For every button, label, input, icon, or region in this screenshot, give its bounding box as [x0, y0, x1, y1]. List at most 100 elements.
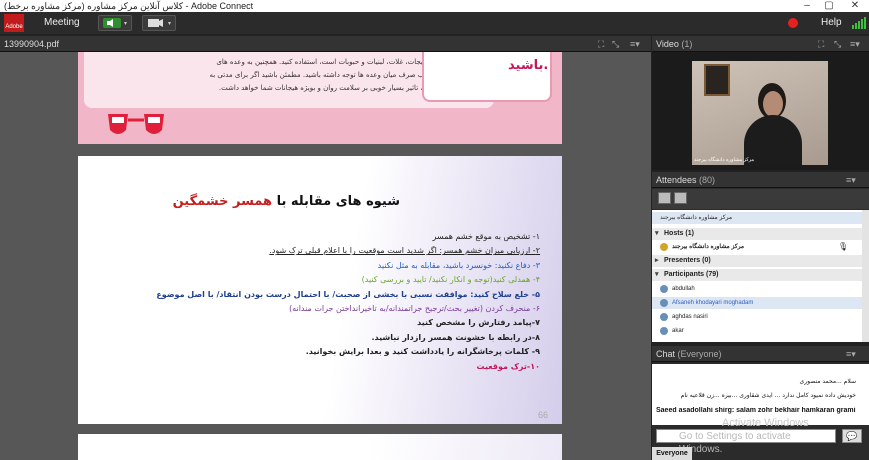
- document-view[interactable]: که بیشتر حاوی سبزیجات، غلات، لبنیات و حب…: [0, 52, 651, 460]
- previous-page: که بیشتر حاوی سبزیجات، غلات، لبنیات و حب…: [78, 52, 562, 144]
- slide-list-item: ۴- همدلی کنید(توجه و انکار نکنید/ تایید …: [361, 275, 540, 285]
- slide-title-highlight: همسر خشمگین: [172, 194, 273, 209]
- attendee-name: Afsaneh khodayari moghadam: [672, 300, 754, 306]
- slide-list-item: ۸-در رابطه با خشونت همسر رازدار نباشید.: [371, 332, 540, 342]
- list-item[interactable]: abdullah: [652, 283, 862, 295]
- adobe-logo-text: Adobe: [5, 24, 23, 30]
- attendees-scrollbar[interactable]: [862, 210, 869, 342]
- list-item[interactable]: مرکز مشاوره دانشگاه بیرجند 🎙: [652, 241, 862, 253]
- chat-tab-everyone[interactable]: Everyone: [652, 447, 692, 460]
- attendees-options-icon[interactable]: ≡▾: [846, 172, 856, 188]
- collapse-icon[interactable]: ▾: [655, 228, 659, 240]
- list-item[interactable]: akar: [652, 325, 862, 337]
- list-item[interactable]: aghdas nasiri: [652, 311, 862, 323]
- speaker-button[interactable]: [98, 15, 132, 31]
- attendees-pod-header: Attendees (80) ≡▾: [652, 172, 869, 188]
- camera-button[interactable]: [142, 15, 176, 31]
- attendees-pod: Attendees (80) ≡▾ مرکز مشاوره دانشگاه بی…: [652, 172, 869, 342]
- menubar: Adobe Meeting Help: [0, 12, 869, 34]
- attendees-count: (80): [699, 175, 716, 185]
- user-icon: [660, 299, 668, 307]
- presenters-group[interactable]: ▸ Presenters (0): [652, 255, 862, 267]
- webcam-feed[interactable]: مرکز مشاوره دانشگاه بیرجند: [692, 61, 828, 165]
- user-icon: [660, 327, 668, 335]
- slide-list-item: ۹- کلمات پرخاشگرانه را یادداشت کنید و بع…: [305, 347, 540, 357]
- current-slide: شیوه های مقابله با همسر خشمگین ۱- تشخیص …: [78, 156, 562, 424]
- decorative-cups-icon: [108, 114, 164, 134]
- fullscreen-icon[interactable]: ⛶: [598, 36, 604, 52]
- person-face: [763, 91, 783, 117]
- pod-options-icon[interactable]: ≡▾: [630, 36, 640, 52]
- minimize-button[interactable]: –: [800, 0, 814, 12]
- chat-send-button[interactable]: 💬: [842, 429, 862, 443]
- role-view-icon[interactable]: [674, 192, 687, 204]
- camera-icon: [148, 19, 171, 27]
- video-fit-icon[interactable]: ⤡: [834, 36, 841, 52]
- user-icon: [660, 313, 668, 321]
- slide-list-item: ۱- تشخیص به موقع خشم همسر: [432, 232, 540, 241]
- speaker-icon: [103, 18, 127, 28]
- chat-messages: سلام ...محمد منصوری خودیش داده نمیود کام…: [652, 364, 869, 429]
- fit-icon[interactable]: ⤡: [612, 36, 619, 52]
- video-options-icon[interactable]: ≡▾: [850, 36, 860, 52]
- attendee-name: مرکز مشاوره دانشگاه بیرجند: [672, 244, 745, 250]
- collapse-icon[interactable]: ▸: [655, 255, 659, 267]
- collapse-icon[interactable]: ▾: [655, 269, 659, 281]
- slide-list-item: ۵- خلع سلاح کنید: موافقت نسبی با بخشی از…: [156, 289, 540, 299]
- maximize-button[interactable]: ▢: [822, 0, 836, 12]
- speech-bubble-icon: 💬: [846, 431, 858, 441]
- list-view-icon[interactable]: [658, 192, 671, 204]
- slide-page-number: 66: [537, 410, 548, 420]
- chat-options-icon[interactable]: ≡▾: [846, 346, 856, 362]
- video-title-text: Video: [656, 39, 679, 49]
- slide-title-main: شیوه های مقابله با: [272, 194, 400, 209]
- wall-frame: [704, 64, 730, 96]
- user-icon: [660, 285, 668, 293]
- attendee-name: abdullah: [672, 286, 695, 292]
- share-pod-header: 13990904.pdf ⛶ ⤡ ≡▾: [0, 36, 651, 52]
- recording-indicator-icon: [788, 18, 798, 28]
- attendees-toolbar: [652, 189, 869, 209]
- video-fullscreen-icon[interactable]: ⛶: [818, 36, 824, 52]
- slide-list-item: ۳- دفاع نکنید: خونسرد باشید، مقابله به م…: [377, 260, 540, 270]
- video-pod-title: Video (1): [656, 36, 692, 52]
- slide-list: ۱- تشخیص به موقع خشم همسر ۲- ارزیابی میز…: [100, 230, 540, 374]
- attendees-title-text: Attendees: [656, 175, 697, 185]
- help-menu[interactable]: Help: [821, 17, 842, 28]
- window-titlebar: کلاس آنلاین مرکز مشاوره (مرکز مشاوره برخ…: [0, 0, 869, 12]
- attendees-list: مرکز مشاوره دانشگاه بیرجند ▾ Hosts (1) م…: [652, 210, 869, 342]
- slide-list-item: ۱۰-ترک موقعیت: [476, 361, 541, 371]
- slide-title: شیوه های مقابله با همسر خشمگین: [173, 194, 400, 209]
- list-item[interactable]: Afsaneh khodayari moghadam: [652, 297, 862, 309]
- window-title: کلاس آنلاین مرکز مشاوره (مرکز مشاوره برخ…: [4, 1, 254, 11]
- share-filename: 13990904.pdf: [4, 39, 60, 49]
- webcam-caption: مرکز مشاوره دانشگاه بیرجند: [694, 157, 755, 163]
- attendee-name: akar: [672, 328, 684, 334]
- microphone-icon: 🎙: [838, 242, 849, 251]
- close-button[interactable]: ✕: [848, 0, 862, 12]
- chat-pod-header: Chat (Everyone) ≡▾: [652, 346, 869, 362]
- slide-list-item: ۷-پیامد رفتارش را مشخص کنید: [417, 318, 540, 328]
- chat-message: خودیش داده نمیود کامل ندارد ... ایدی شقا…: [680, 392, 856, 399]
- attendee-name: aghdas nasiri: [672, 314, 708, 320]
- hosts-group-label: Hosts (1): [664, 230, 694, 237]
- previous-page-side-text: باشید.: [508, 58, 549, 73]
- video-pod: Video (1) ⛶ ⤡ ≡▾ مرکز مشاوره دانشگاه بیر…: [652, 36, 869, 170]
- host-icon: [660, 243, 668, 251]
- adobe-logo: Adobe: [4, 14, 24, 32]
- chat-pod-title: Chat (Everyone): [656, 346, 722, 362]
- participants-group-label: Participants (79): [664, 271, 719, 278]
- meeting-menu[interactable]: Meeting: [44, 17, 80, 28]
- chat-audience: (Everyone): [677, 349, 722, 359]
- connection-signal-icon: [852, 17, 866, 29]
- slide-list-item: ۲- ارزیابی میزان خشم همسر: اگر شدید است …: [269, 246, 540, 256]
- activate-windows-watermark: Activate Windows: [722, 417, 809, 429]
- chat-input[interactable]: Go to Settings to activate Windows.: [656, 429, 836, 455]
- video-pod-header: Video (1) ⛶ ⤡ ≡▾: [652, 36, 869, 52]
- video-count: (1): [681, 39, 693, 49]
- chat-pod: Chat (Everyone) ≡▾ سلام ...محمد منصوری خ…: [652, 346, 869, 460]
- presenters-group-label: Presenters (0): [664, 257, 711, 264]
- hosts-group[interactable]: ▾ Hosts (1): [652, 228, 862, 240]
- participants-group[interactable]: ▾ Participants (79): [652, 269, 862, 281]
- list-item[interactable]: مرکز مشاوره دانشگاه بیرجند: [652, 212, 862, 224]
